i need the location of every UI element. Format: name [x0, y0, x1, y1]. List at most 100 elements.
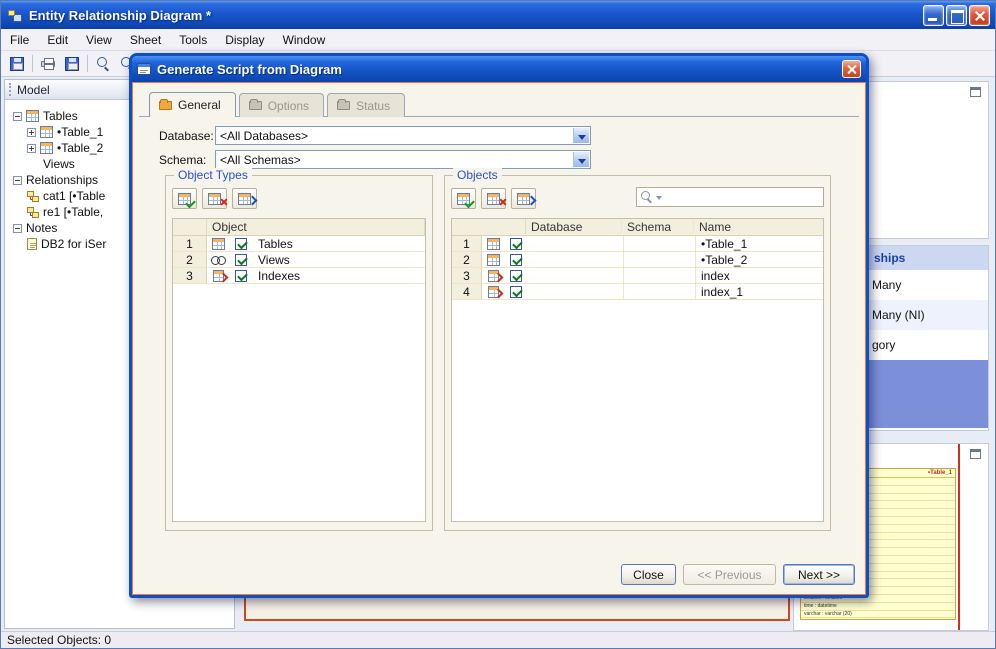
header-object-column: Object [207, 219, 425, 235]
object-checkbox[interactable] [510, 237, 522, 250]
table-row[interactable]: 1 Tables [173, 236, 425, 252]
tab-general[interactable]: General [149, 92, 236, 117]
chevron-down-icon[interactable] [573, 152, 589, 167]
panel-restore-icon[interactable] [970, 449, 981, 459]
name-cell: •Table_1 [701, 236, 748, 251]
window-title: Entity Relationship Diagram * [29, 7, 212, 23]
collapse-icon[interactable] [13, 223, 22, 233]
menu-sheet[interactable]: Sheet [121, 30, 170, 50]
schema-label: Schema: [159, 153, 207, 167]
folder-icon [248, 99, 262, 110]
database-cell [528, 284, 624, 299]
row-number: 2 [173, 252, 207, 267]
uncheck-all-button[interactable] [481, 188, 506, 209]
menu-edit[interactable]: Edit [38, 30, 77, 50]
table-icon [26, 110, 39, 122]
invert-selection-button[interactable] [232, 188, 257, 209]
minimize-button[interactable] [923, 4, 944, 26]
check-all-button[interactable] [451, 188, 476, 209]
table-row[interactable]: 1 •Table_1 [452, 236, 823, 252]
close-button[interactable] [969, 4, 990, 26]
invert-selection-button[interactable] [511, 188, 536, 209]
tables-checkbox[interactable] [235, 237, 247, 250]
row-number: 1 [173, 236, 207, 251]
uncheck-all-button[interactable] [202, 188, 227, 209]
schema-cell [624, 284, 696, 299]
dialog-close-button[interactable] [842, 60, 861, 78]
invert-selection-icon [238, 192, 251, 205]
tab-strip: General Options Status [149, 92, 408, 118]
next-button[interactable]: Next >> [783, 564, 855, 585]
table-row[interactable]: 3 Indexes [173, 268, 425, 284]
menu-display[interactable]: Display [216, 30, 273, 50]
header-number-column [173, 219, 207, 235]
save-button[interactable] [5, 53, 29, 75]
schema-select[interactable]: <All Schemas> [215, 150, 591, 169]
header-database-column: Database [526, 219, 622, 235]
menu-tools[interactable]: Tools [170, 30, 216, 50]
expand-icon[interactable] [27, 127, 36, 137]
table-row[interactable]: 2 •Table_2 [452, 252, 823, 268]
tab-status[interactable]: Status [327, 93, 406, 117]
table-row[interactable]: 2 Views [173, 252, 425, 268]
menu-view[interactable]: View [77, 30, 121, 50]
object-checkbox[interactable] [510, 269, 522, 282]
previous-button[interactable]: << Previous [683, 564, 776, 585]
tree-node-label: Relationships [26, 173, 99, 187]
table-icon [40, 142, 53, 154]
search-input[interactable] [665, 190, 820, 204]
zoom-in-icon [96, 57, 110, 70]
table-row[interactable]: 3 index [452, 268, 823, 284]
tree-node-label: Notes [26, 221, 58, 235]
toolbar-separator [87, 55, 88, 72]
tab-label: General [178, 98, 221, 112]
close-dialog-button[interactable]: Close [621, 564, 676, 585]
name-cell: index [701, 268, 730, 283]
menu-bar: File Edit View Sheet Tools Display Windo… [1, 29, 995, 51]
drag-grip-icon[interactable] [9, 83, 12, 96]
indexes-checkbox[interactable] [235, 269, 247, 282]
dialog-body: General Options Status Database: <All Da… [132, 82, 866, 595]
row-label: Tables [258, 236, 293, 251]
row-number: 3 [452, 268, 482, 283]
title-bar: Entity Relationship Diagram * [1, 1, 995, 29]
chevron-down-icon[interactable] [573, 128, 589, 143]
relationship-icon [27, 190, 39, 202]
row-number: 4 [452, 284, 482, 299]
object-checkbox[interactable] [510, 285, 522, 298]
zoom-in-button[interactable] [91, 53, 115, 75]
object-checkbox[interactable] [510, 253, 522, 266]
maximize-button[interactable] [946, 4, 967, 26]
collapse-icon[interactable] [13, 111, 22, 121]
tab-label: Status [356, 98, 391, 113]
panel-restore-icon[interactable] [970, 87, 981, 97]
print-button[interactable] [36, 53, 60, 75]
collapse-icon[interactable] [13, 175, 22, 185]
expand-icon[interactable] [27, 143, 36, 153]
export-button[interactable] [60, 53, 84, 75]
app-icon [8, 10, 15, 16]
database-cell [528, 252, 624, 267]
table-row[interactable]: 4 index_1 [452, 284, 823, 300]
schema-selected-value: <All Schemas> [220, 152, 301, 167]
table-icon [40, 126, 53, 138]
dialog-title-bar: Generate Script from Diagram [132, 56, 866, 82]
search-options-chevron-icon[interactable] [656, 195, 662, 203]
dialog-title: Generate Script from Diagram [157, 61, 342, 77]
save-icon [10, 56, 24, 71]
menu-window[interactable]: Window [274, 30, 335, 50]
object-types-toolbar [172, 188, 257, 209]
check-all-button[interactable] [172, 188, 197, 209]
row-number: 2 [452, 252, 482, 267]
objects-toolbar [451, 188, 536, 209]
tree-node-label: re1 [•Table, [43, 205, 104, 219]
header-number-column [452, 219, 526, 235]
database-select[interactable]: <All Databases> [215, 126, 591, 145]
table-icon [486, 237, 500, 250]
tab-options[interactable]: Options [238, 93, 325, 117]
views-checkbox[interactable] [235, 253, 247, 266]
schema-cell [624, 252, 696, 267]
menu-file[interactable]: File [1, 30, 38, 50]
name-cell: index_1 [701, 284, 744, 299]
dialog-icon [137, 63, 151, 75]
